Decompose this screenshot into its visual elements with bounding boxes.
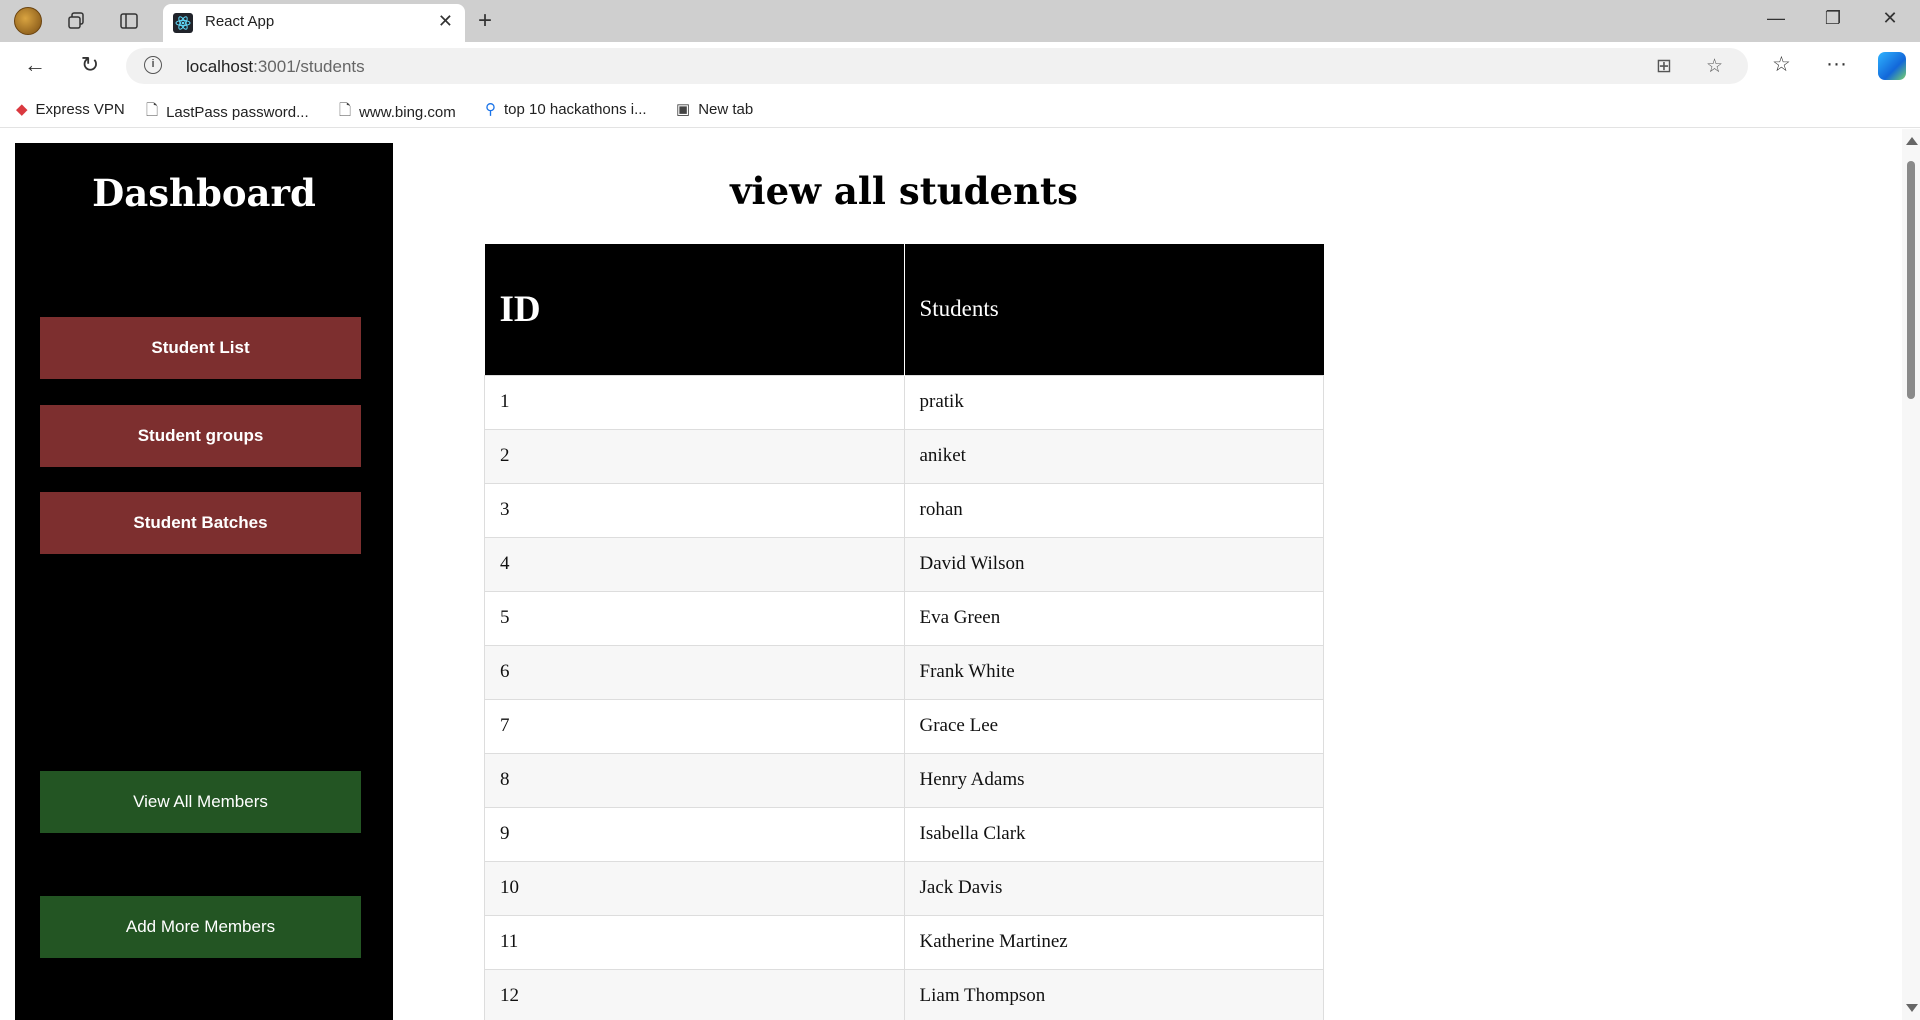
refresh-icon[interactable]: ↻ xyxy=(75,52,105,78)
url-path: :3001/students xyxy=(253,57,365,76)
student-id-cell: 7 xyxy=(484,698,905,754)
page-icon: 🗋 xyxy=(146,102,159,119)
page-viewport: Dashboard Student List Student groups St… xyxy=(0,129,1920,1020)
student-name-cell: rohan xyxy=(903,482,1324,538)
browser-tab-bar: React App ✕ + — ❐ ✕ xyxy=(0,0,1920,42)
tab-title: React App xyxy=(205,13,275,30)
url-text[interactable]: localhost:3001/students xyxy=(186,57,365,77)
tab-actions-icon[interactable] xyxy=(117,9,141,33)
address-bar-row: ← ↻ i localhost:3001/students ⊞ ☆ ☆ ··· xyxy=(0,42,1920,90)
scrollbar-thumb[interactable] xyxy=(1907,161,1915,399)
student-name-cell: aniket xyxy=(903,428,1324,484)
student-name-cell: Isabella Clark xyxy=(903,806,1324,862)
table-row: 9 Isabella Clark xyxy=(484,806,1324,862)
vertical-scrollbar[interactable] xyxy=(1902,129,1920,1020)
column-header-id: ID xyxy=(484,244,905,375)
active-tab[interactable]: React App ✕ xyxy=(163,4,465,42)
table-row: 11 Katherine Martinez xyxy=(484,914,1324,970)
table-row: 7 Grace Lee xyxy=(484,698,1324,754)
bookmark-hackathons[interactable]: ⚲ top 10 hackathons i... xyxy=(485,100,647,119)
react-logo-icon xyxy=(173,13,193,33)
student-id-cell: 5 xyxy=(484,590,905,646)
copilot-icon[interactable] xyxy=(1878,52,1906,80)
table-row: 6 Frank White xyxy=(484,644,1324,700)
students-table: ID Students 1 pratik 2 aniket 3 rohan 4 David W… xyxy=(484,244,1324,1020)
student-groups-button[interactable]: Student groups xyxy=(40,405,361,467)
student-name-cell: Frank White xyxy=(903,644,1324,700)
student-name-cell: Grace Lee xyxy=(903,698,1324,754)
minimize-icon[interactable]: — xyxy=(1756,8,1796,29)
restore-icon[interactable]: ❐ xyxy=(1813,8,1853,29)
workspaces-icon[interactable] xyxy=(64,9,88,33)
student-id-cell: 6 xyxy=(484,644,905,700)
bookmark-bing[interactable]: 🗋 www.bing.com xyxy=(339,100,456,125)
table-row: 8 Henry Adams xyxy=(484,752,1324,808)
table-row: 10 Jack Davis xyxy=(484,860,1324,916)
student-name-cell: David Wilson xyxy=(903,536,1324,592)
new-tab-page-icon: ▣ xyxy=(676,101,691,118)
url-host: localhost xyxy=(186,57,254,76)
sidebar: Dashboard Student List Student groups St… xyxy=(15,143,393,1020)
close-tab-icon[interactable]: ✕ xyxy=(438,11,453,32)
student-batches-button[interactable]: Student Batches xyxy=(40,492,361,554)
bookmarks-bar: ◆ Express VPN 🗋 LastPass password... 🗋 w… xyxy=(0,90,1920,128)
table-row: 3 rohan xyxy=(484,482,1324,538)
student-name-cell: Eva Green xyxy=(903,590,1324,646)
student-list-button[interactable]: Student List xyxy=(40,317,361,379)
table-row: 12 Liam Thompson xyxy=(484,968,1324,1020)
favorites-icon[interactable]: ☆ xyxy=(1772,52,1791,77)
table-row: 5 Eva Green xyxy=(484,590,1324,646)
student-id-cell: 8 xyxy=(484,752,905,808)
student-id-cell: 1 xyxy=(484,374,905,430)
student-name-cell: pratik xyxy=(903,374,1324,430)
bookmark-label: New tab xyxy=(698,100,754,118)
student-name-cell: Liam Thompson xyxy=(903,968,1324,1020)
bookmark-express-vpn[interactable]: ◆ Express VPN xyxy=(16,100,125,119)
scroll-down-icon[interactable] xyxy=(1906,1004,1918,1012)
sidebar-title: Dashboard xyxy=(92,171,316,215)
favorite-star-icon[interactable]: ☆ xyxy=(1706,55,1723,78)
student-id-cell: 12 xyxy=(484,968,905,1020)
profile-avatar-icon[interactable] xyxy=(14,7,42,35)
page-icon: 🗋 xyxy=(339,102,352,119)
table-header-row: ID Students xyxy=(484,244,1324,375)
student-name-cell: Katherine Martinez xyxy=(903,914,1324,970)
bookmark-label: www.bing.com xyxy=(359,104,456,121)
bookmark-lastpass[interactable]: 🗋 LastPass password... xyxy=(146,100,309,125)
student-id-cell: 2 xyxy=(484,428,905,484)
search-icon: ⚲ xyxy=(485,101,496,118)
student-id-cell: 9 xyxy=(484,806,905,862)
table-row: 1 pratik xyxy=(484,374,1324,430)
close-window-icon[interactable]: ✕ xyxy=(1870,8,1910,29)
bookmark-label: Express VPN xyxy=(35,100,125,118)
student-id-cell: 4 xyxy=(484,536,905,592)
bookmark-label: LastPass password... xyxy=(166,104,309,121)
table-row: 2 aniket xyxy=(484,428,1324,484)
student-id-cell: 3 xyxy=(484,482,905,538)
add-more-members-button[interactable]: Add More Members xyxy=(40,896,361,958)
app-available-icon[interactable]: ⊞ xyxy=(1656,55,1672,78)
table-row: 4 David Wilson xyxy=(484,536,1324,592)
scroll-up-icon[interactable] xyxy=(1906,137,1918,145)
student-name-cell: Jack Davis xyxy=(903,860,1324,916)
bookmark-label: top 10 hackathons i... xyxy=(504,100,647,118)
new-tab-icon[interactable]: + xyxy=(478,7,492,35)
student-id-cell: 11 xyxy=(484,914,905,970)
more-options-icon[interactable]: ··· xyxy=(1826,52,1847,76)
column-header-students: Students xyxy=(904,244,1324,375)
expressvpn-icon: ◆ xyxy=(16,101,28,118)
student-id-cell: 10 xyxy=(484,860,905,916)
page-title: view all students xyxy=(730,169,1078,213)
bookmark-new-tab[interactable]: ▣ New tab xyxy=(676,100,754,119)
view-all-members-button[interactable]: View All Members xyxy=(40,771,361,833)
url-input[interactable]: i localhost:3001/students ⊞ ☆ xyxy=(126,48,1748,84)
back-arrow-icon[interactable]: ← xyxy=(20,52,50,78)
site-info-icon[interactable]: i xyxy=(144,56,162,74)
student-name-cell: Henry Adams xyxy=(903,752,1324,808)
